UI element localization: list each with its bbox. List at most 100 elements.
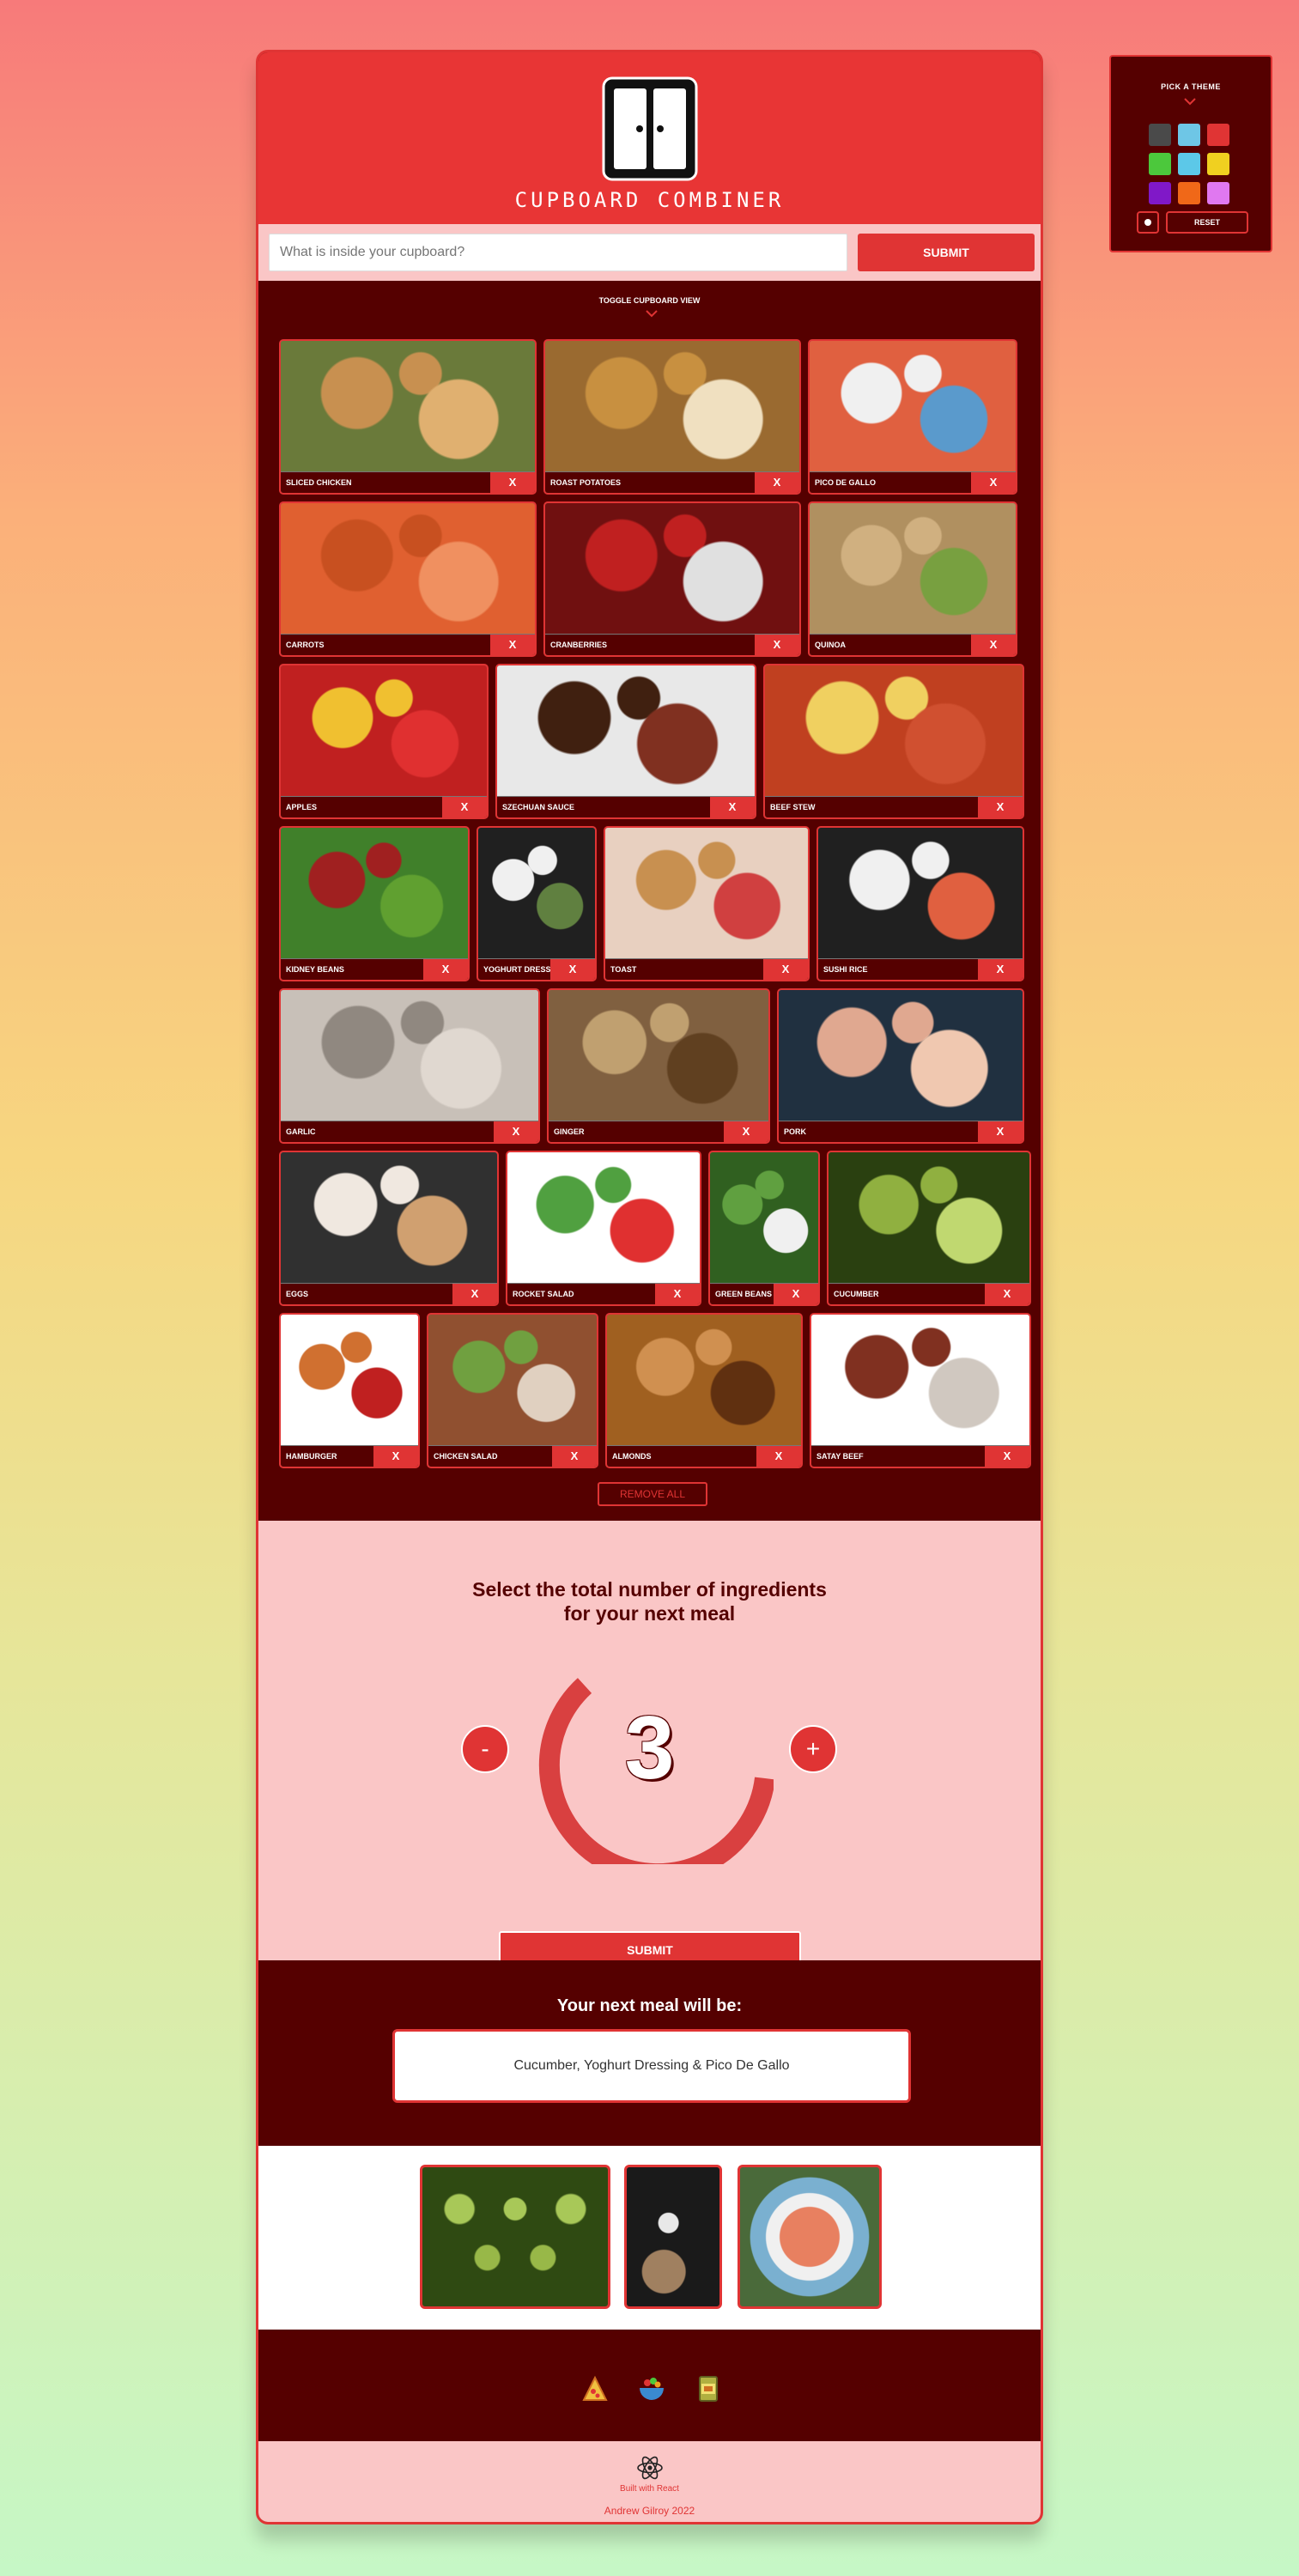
result-title: Your next meal will be: [556,1996,743,2015]
footer-icons [258,2330,1041,2441]
ingredient-photo [281,503,535,634]
increment-button[interactable]: + [789,1725,837,1773]
theme-swatch[interactable] [1149,124,1171,146]
ingredient-tile-yoghurt-dressing: YOGHURT DRESSING X [477,826,597,981]
theme-swatch[interactable] [1178,153,1200,175]
ingredient-label: GARLIC [286,1127,316,1136]
ingredient-label: TOAST [610,965,637,974]
ingredient-tile-footer: KIDNEY BEANS X [281,959,468,980]
search-submit-button[interactable]: SUBMIT [858,234,1035,271]
ingredient-tile-footer: QUINOA X [810,635,1016,655]
theme-panel-title: PICK A THEME [1161,82,1221,91]
ingredient-tile-footer: EGGS X [281,1284,497,1304]
ingredient-tile-footer: PORK X [779,1121,1023,1142]
ingredient-label: ROAST POTATOES [550,478,622,487]
ingredient-photo [765,665,1023,796]
ingredient-label: SZECHUAN SAUCE [502,803,575,811]
remove-ingredient-button[interactable]: X [552,1446,597,1467]
ingredient-label: EGGS [286,1290,309,1298]
ingredient-photo [497,665,755,796]
remove-ingredient-button[interactable]: X [423,959,468,980]
ingredient-photo [281,828,468,958]
ingredient-tile-footer: CARROTS X [281,635,535,655]
ingredient-tile-footer: GREEN BEANS X [710,1284,818,1304]
remove-ingredient-button[interactable]: X [978,797,1023,817]
chevron-down-icon[interactable] [1183,94,1197,108]
ingredient-photo [607,1315,801,1445]
ingredient-photo [281,1152,497,1283]
ingredient-tile-footer: BEEF STEW X [765,797,1023,817]
ingredient-count-section: Select the total number of ingredients f… [258,1521,1041,1969]
remove-ingredient-button[interactable]: X [490,472,535,493]
ingredient-tile-toast: TOAST X [604,826,810,981]
remove-ingredient-button[interactable]: X [442,797,487,817]
remove-ingredient-button[interactable]: X [755,472,799,493]
remove-ingredient-button[interactable]: X [655,1284,700,1304]
ingredient-tile-footer: ROCKET SALAD X [507,1284,700,1304]
remove-ingredient-button[interactable]: X [763,959,808,980]
toggle-cupboard-view[interactable]: TOGGLE CUPBOARD VIEW [258,296,1041,305]
ingredient-tile-satay-beef: SATAY BEEF X [810,1313,1031,1468]
ingredient-tile-quinoa: QUINOA X [808,501,1017,657]
theme-swatch[interactable] [1178,124,1200,146]
remove-ingredient-button[interactable]: X [971,635,1016,655]
ingredient-tile-footer: GINGER X [549,1121,768,1142]
ingredient-tile-kidney-beans: KIDNEY BEANS X [279,826,470,981]
theme-swatch[interactable] [1149,153,1171,175]
ingredient-label: CHICKEN SALAD [434,1452,498,1461]
remove-ingredient-button[interactable]: X [978,1121,1023,1142]
remove-ingredient-button[interactable]: X [494,1121,538,1142]
search-bar: SUBMIT [258,224,1041,281]
theme-toggle[interactable] [1137,211,1159,234]
ingredient-tile-chicken-salad: CHICKEN SALAD X [427,1313,598,1468]
ingredient-tile-footer: APPLES X [281,797,487,817]
theme-swatch-grid [1149,124,1229,204]
search-input[interactable] [269,234,847,271]
ingredient-tile-footer: PICO DE GALLO X [810,472,1016,493]
ingredient-tile-apples: APPLES X [279,664,489,819]
ingredient-tile-cranberries: CRANBERRIES X [543,501,801,657]
theme-swatch[interactable] [1207,182,1229,204]
ingredient-photo [545,503,799,634]
remove-ingredient-button[interactable]: X [373,1446,418,1467]
result-meal: Cucumber, Yoghurt Dressing & Pico De Gal… [392,2029,911,2103]
remove-ingredient-button[interactable]: X [985,1284,1029,1304]
ingredient-tile-carrots: CARROTS X [279,501,537,657]
credit-text: Andrew Gilroy 2022 [604,2505,695,2517]
remove-all-button[interactable]: REMOVE ALL [598,1482,707,1506]
theme-swatch[interactable] [1178,182,1200,204]
ingredient-tile-roast-potatoes: ROAST POTATOES X [543,339,801,495]
ingredient-photo [818,828,1023,958]
meal-image-cucumber [420,2165,610,2309]
ingredient-tile-sliced-chicken: SLICED CHICKEN X [279,339,537,495]
ingredient-tile-footer: CHICKEN SALAD X [428,1446,597,1467]
tin-can-icon [699,2376,718,2402]
remove-ingredient-button[interactable]: X [971,472,1016,493]
ingredient-photo [545,341,799,471]
remove-ingredient-button[interactable]: X [756,1446,801,1467]
theme-swatch[interactable] [1207,153,1229,175]
theme-swatch[interactable] [1149,182,1171,204]
theme-reset-button[interactable]: RESET [1166,211,1248,234]
chevron-down-icon[interactable] [645,307,659,320]
ingredient-tile-footer: SUSHI RICE X [818,959,1023,980]
ingredient-tile-pork: PORK X [777,988,1024,1144]
theme-swatch[interactable] [1207,124,1229,146]
remove-ingredient-button[interactable]: X [550,959,595,980]
remove-ingredient-button[interactable]: X [452,1284,497,1304]
remove-ingredient-button[interactable]: X [490,635,535,655]
remove-ingredient-button[interactable]: X [774,1284,818,1304]
ingredient-tile-rocket-salad: ROCKET SALAD X [506,1151,701,1306]
remove-ingredient-button[interactable]: X [755,635,799,655]
ingredient-tile-footer: SLICED CHICKEN X [281,472,535,493]
remove-ingredient-button[interactable]: X [724,1121,768,1142]
remove-ingredient-button[interactable]: X [985,1446,1029,1467]
site-footer: Built with React Andrew Gilroy 2022 [258,2441,1041,2522]
remove-ingredient-button[interactable]: X [710,797,755,817]
ingredient-photo [478,828,595,958]
ingredient-tile-footer: TOAST X [605,959,808,980]
ingredient-tile-hamburger: HAMBURGER X [279,1313,420,1468]
remove-ingredient-button[interactable]: X [978,959,1023,980]
ingredient-photo [281,665,487,796]
ingredient-tile-footer: YOGHURT DRESSING X [478,959,595,980]
